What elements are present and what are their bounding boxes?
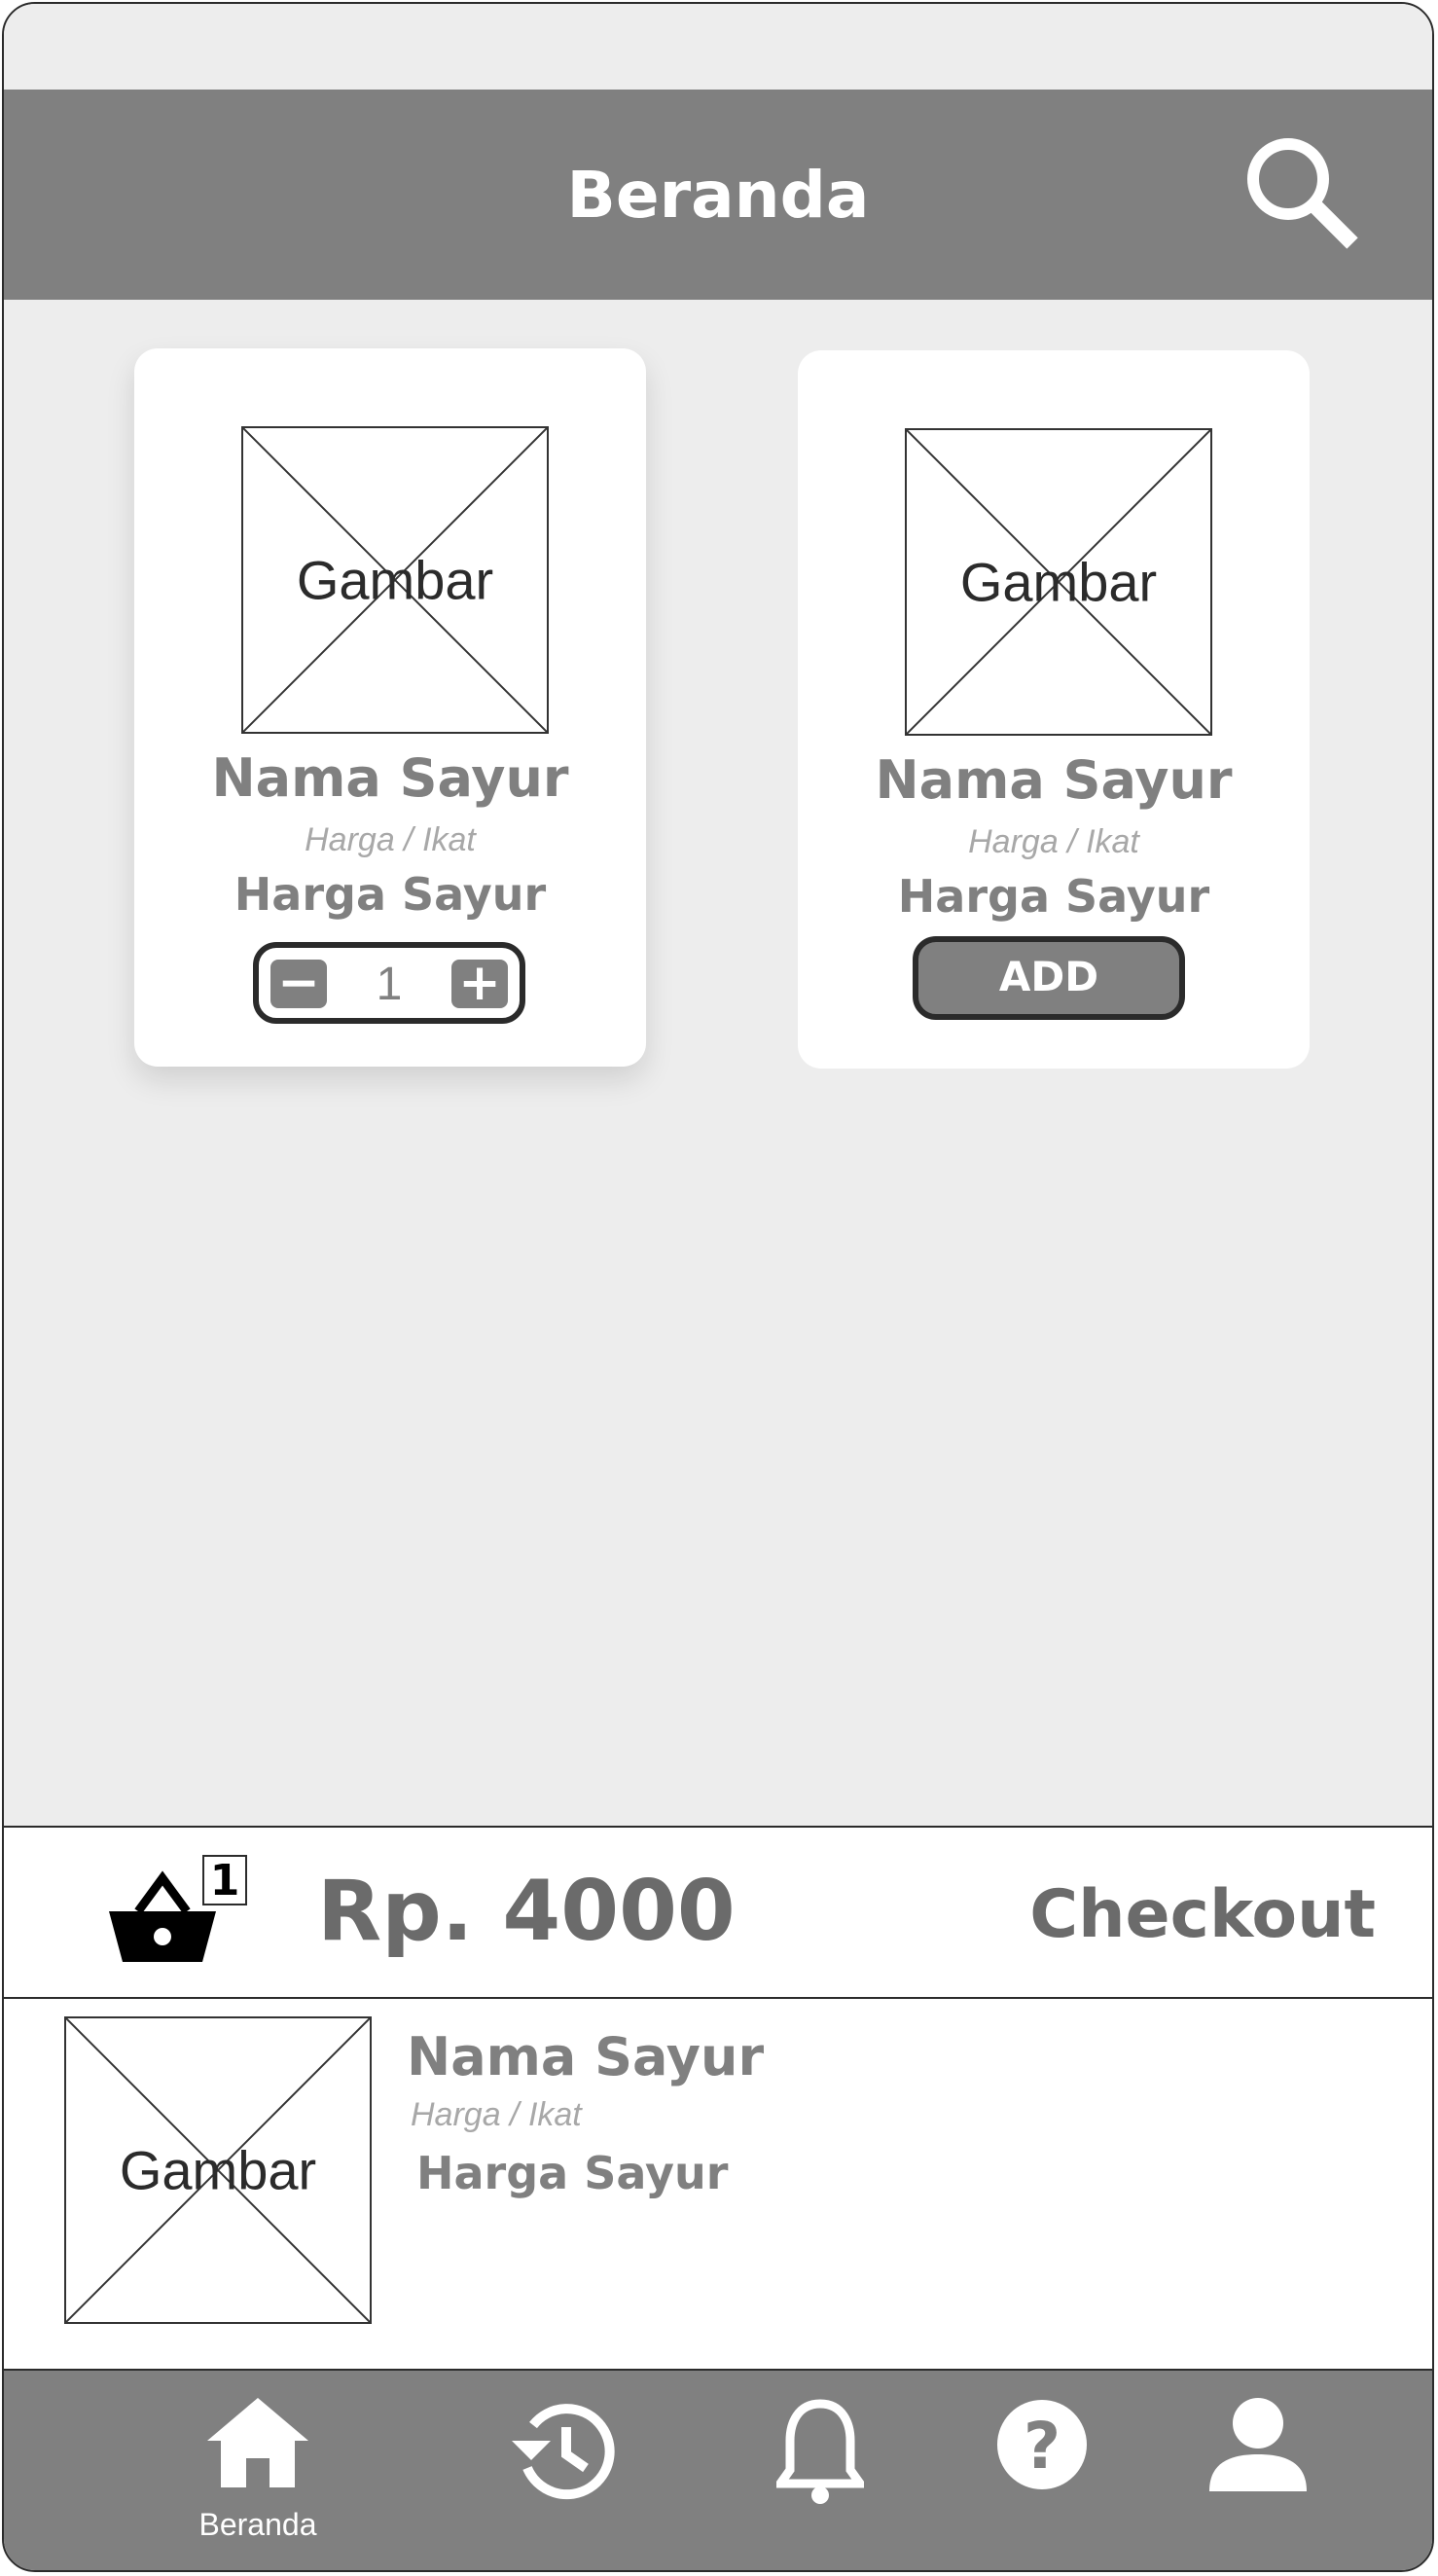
bottom-nav: Beranda ? — [4, 2369, 1432, 2570]
product-unit: Harga / Ikat — [968, 823, 1139, 860]
search-icon[interactable] — [1238, 128, 1364, 255]
history-icon — [512, 2404, 615, 2500]
nav-item-help[interactable]: ? — [969, 2398, 1115, 2544]
product-price: Harga Sayur — [234, 868, 547, 921]
user-icon — [1209, 2398, 1307, 2491]
increase-button[interactable]: + — [451, 958, 508, 1008]
product-card[interactable]: Gambar Nama Sayur Harga / Ikat Harga Say… — [134, 348, 646, 1067]
status-bar — [4, 4, 1432, 90]
add-to-cart-button[interactable]: ADD — [913, 936, 1185, 1020]
cart-count-badge: 1 — [202, 1855, 247, 1905]
page-title: Beranda — [566, 158, 870, 233]
phone-frame: Beranda Gambar Nama Sayur Harga / Ikat H… — [2, 2, 1434, 2572]
product-card[interactable]: Gambar Nama Sayur Harga / Ikat Harga Say… — [798, 350, 1310, 1069]
cart-summary-bar: 1 Rp. 4000 Checkout — [4, 1826, 1432, 1999]
bell-icon — [776, 2399, 864, 2504]
checkout-button[interactable]: Checkout — [1029, 1876, 1376, 1953]
help-icon: ? — [997, 2400, 1087, 2489]
product-unit: Harga / Ikat — [305, 821, 476, 858]
cart-item[interactable]: Gambar Nama Sayur Harga / Ikat Harga Say… — [4, 1999, 1432, 2369]
product-name: Nama Sayur — [875, 749, 1233, 811]
nav-item-notifications[interactable] — [747, 2398, 893, 2544]
nav-item-profile[interactable] — [1185, 2398, 1331, 2544]
quantity-stepper: − 1 + — [253, 942, 525, 1024]
app-header: Beranda — [4, 90, 1432, 300]
cart-item-name: Nama Sayur — [407, 2026, 765, 2087]
basket-icon[interactable]: 1 — [109, 1855, 255, 1972]
nav-item-history[interactable] — [490, 2398, 636, 2544]
home-icon — [207, 2398, 308, 2487]
cart-item-unit: Harga / Ikat — [411, 2096, 582, 2133]
product-price: Harga Sayur — [897, 870, 1210, 923]
product-image-placeholder: Gambar — [905, 428, 1212, 736]
cart-item-price: Harga Sayur — [416, 2147, 729, 2199]
cart-item-image-placeholder: Gambar — [64, 2016, 372, 2324]
product-name: Nama Sayur — [211, 747, 569, 809]
image-placeholder-label: Gambar — [296, 549, 494, 611]
product-image-placeholder: Gambar — [241, 426, 549, 734]
svg-text:?: ? — [1024, 2409, 1061, 2484]
cart-total: Rp. 4000 — [317, 1863, 736, 1960]
nav-label-home: Beranda — [198, 2507, 317, 2542]
image-placeholder-label: Gambar — [119, 2139, 317, 2201]
nav-item-home[interactable]: Beranda — [185, 2398, 331, 2544]
image-placeholder-label: Gambar — [959, 551, 1158, 613]
